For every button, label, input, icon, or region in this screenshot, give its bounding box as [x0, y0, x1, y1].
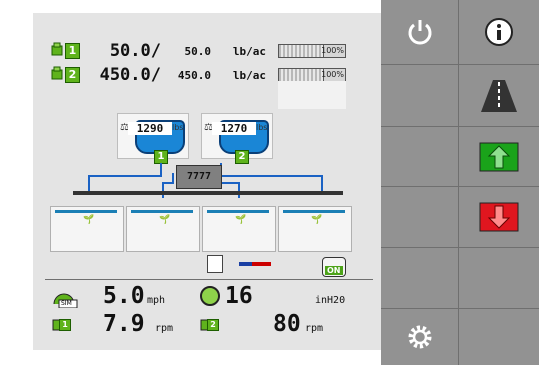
- increase-rate-icon: [479, 142, 519, 171]
- settings-button[interactable]: [381, 309, 458, 365]
- decrease-rate-icon: [479, 202, 519, 232]
- settings-gear-icon: [408, 325, 431, 349]
- decrease-rate-button[interactable]: [459, 187, 539, 247]
- speed-icon: SIM: [51, 288, 81, 309]
- side-panel: [381, 0, 539, 365]
- divider: [45, 279, 373, 280]
- power-button[interactable]: [381, 0, 458, 64]
- info-button[interactable]: [459, 0, 539, 64]
- section-4[interactable]: 🌱: [278, 206, 352, 252]
- section-2[interactable]: 🌱: [126, 206, 200, 252]
- fan-2-speed: 80: [273, 311, 301, 337]
- road-button[interactable]: [459, 65, 539, 126]
- main-panel: 1 50.0/ 50.0 lb/ac 100% 2 450.0/ 450.0 l…: [33, 13, 381, 350]
- meter-assembly: 7777: [176, 165, 222, 189]
- road-icon: [481, 79, 517, 112]
- fan-2-unit: rpm: [305, 323, 324, 334]
- speed-unit: mph: [147, 295, 166, 306]
- fan-1-icon: 1: [51, 316, 77, 334]
- info-icon: [485, 18, 513, 46]
- auto-on-icon[interactable]: ON: [322, 257, 346, 277]
- increase-rate-button[interactable]: [459, 127, 539, 186]
- pressure-unit: inH20: [315, 295, 346, 306]
- section-1[interactable]: 🌱: [50, 206, 124, 252]
- section-3[interactable]: 🌱: [202, 206, 276, 252]
- fan-1-unit: rpm: [155, 323, 174, 334]
- pressure-value: 16: [225, 283, 253, 309]
- fan-1-speed: 7.9: [103, 311, 145, 337]
- fan-2-icon: 2: [199, 316, 225, 334]
- flag-icon: [239, 262, 271, 266]
- power-icon: [408, 20, 431, 45]
- pressure-gauge-icon: [199, 285, 221, 307]
- report-icon[interactable]: [207, 255, 223, 273]
- speed-value: 5.0: [103, 283, 145, 309]
